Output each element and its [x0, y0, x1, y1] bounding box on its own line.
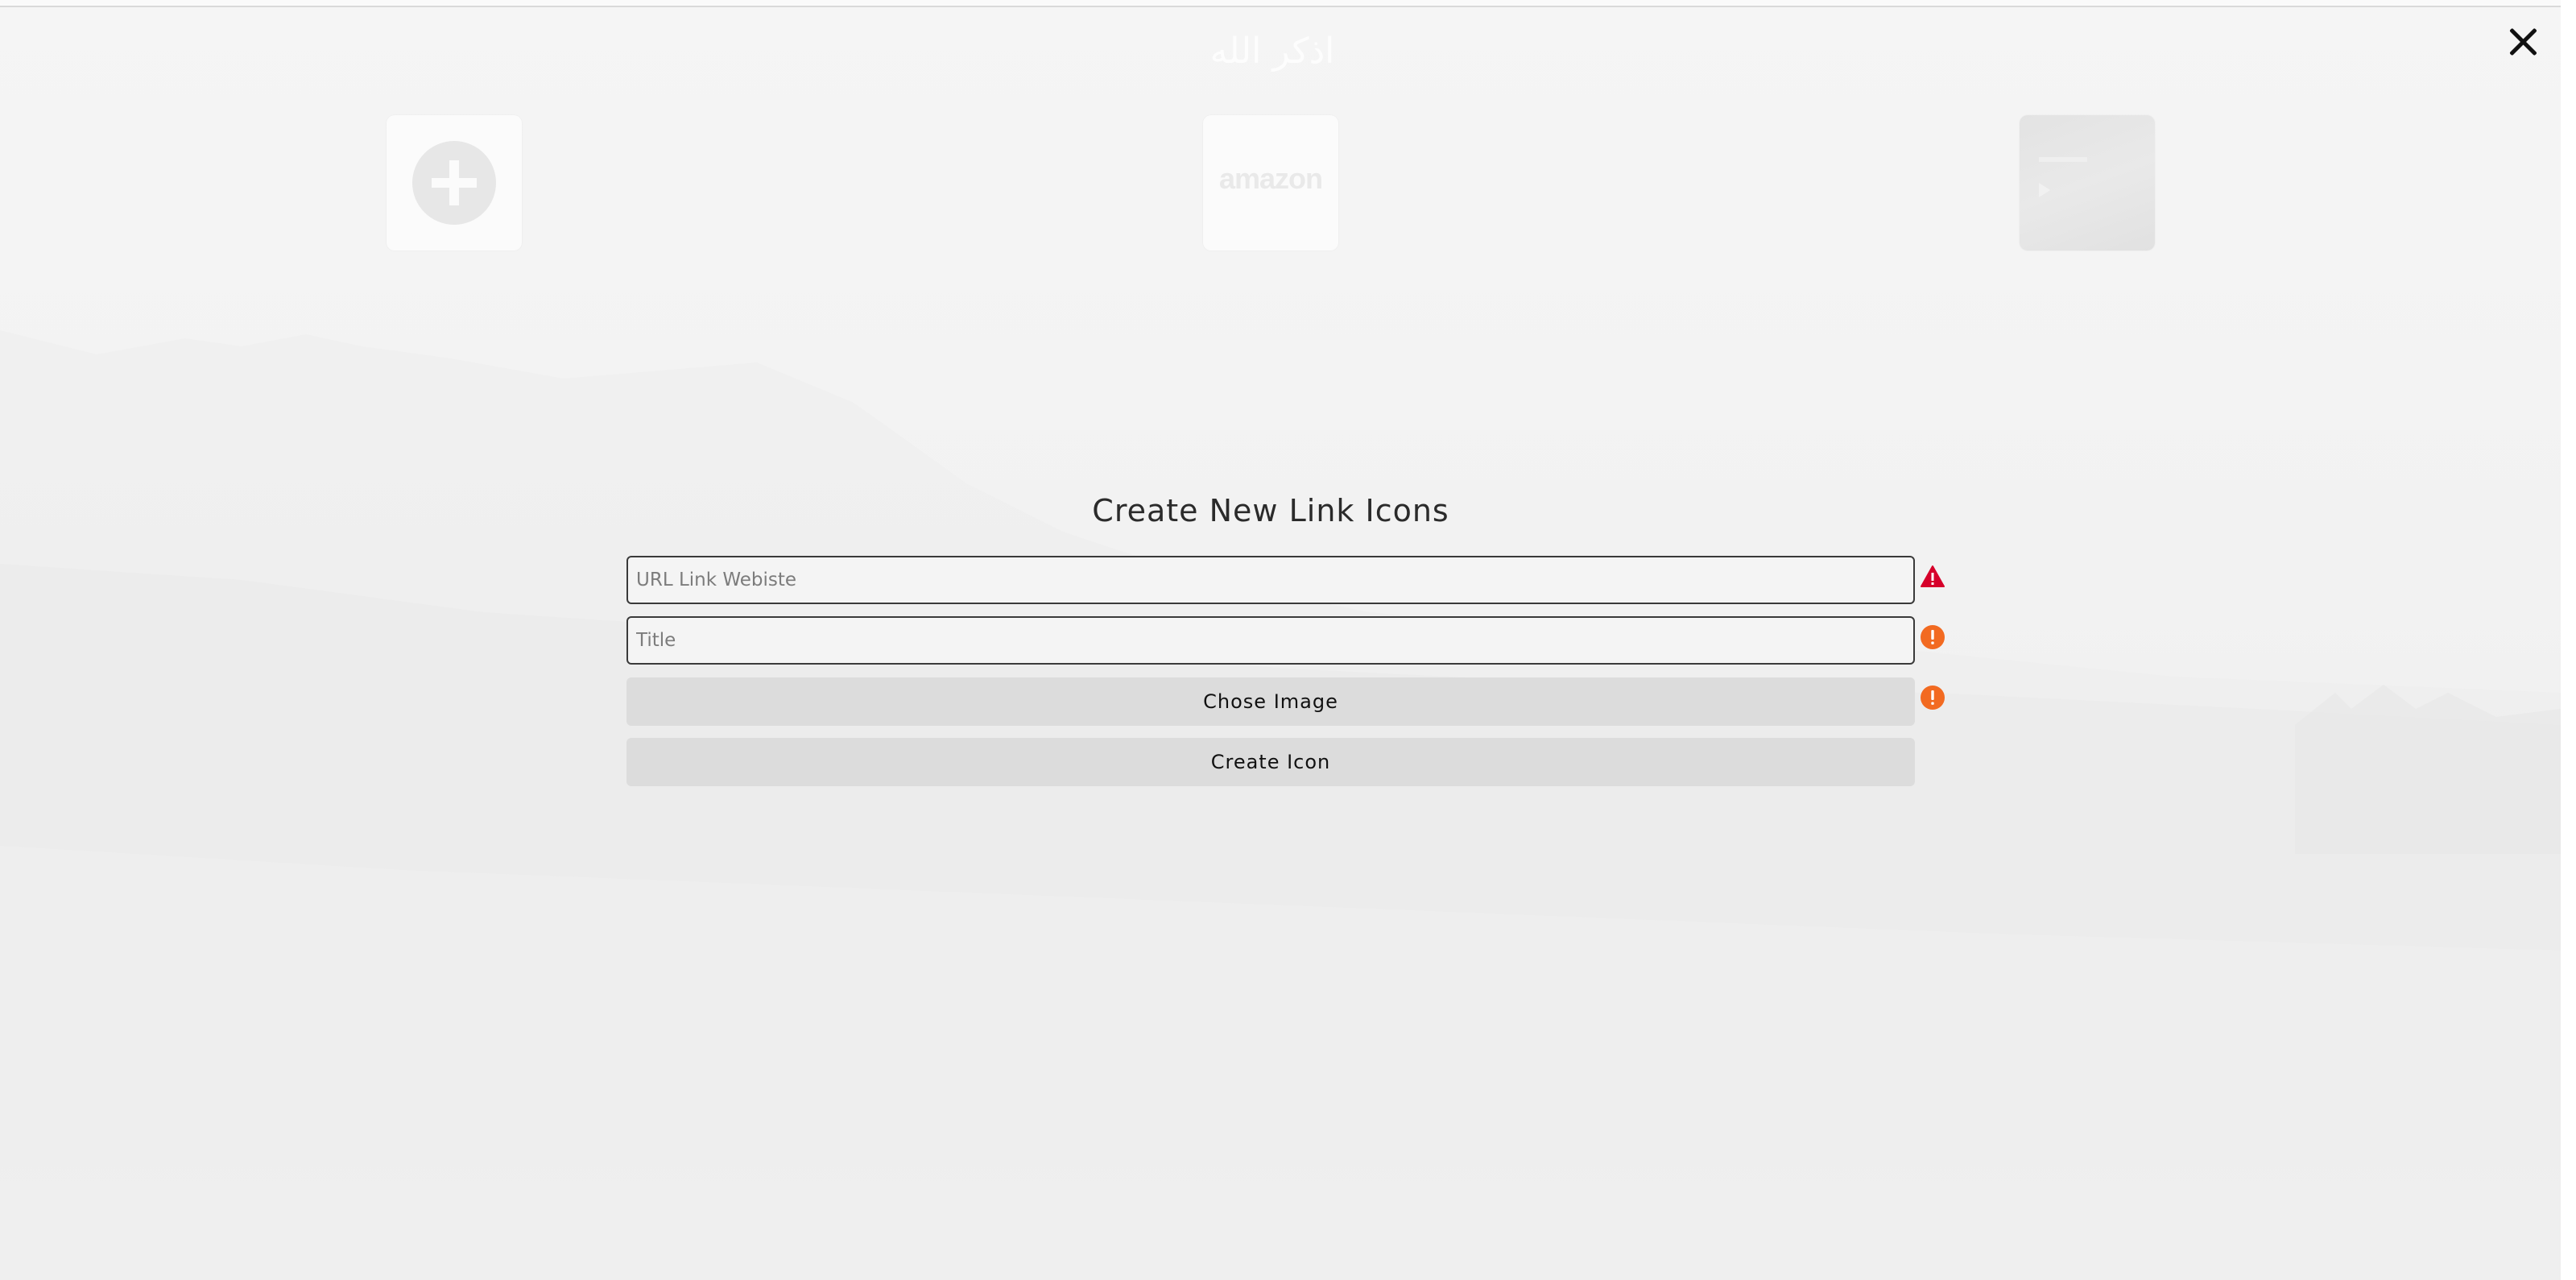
exclamation-circle-icon: [1921, 625, 1945, 649]
close-icon[interactable]: [2504, 23, 2543, 61]
media-tile-text-line: [2039, 157, 2087, 162]
choose-image-button[interactable]: Chose Image: [626, 677, 1915, 726]
background-header-text: اذكر الله: [1209, 31, 1335, 72]
exclamation-circle-icon: [1921, 686, 1945, 710]
scrollbar-gutter: [2561, 0, 2576, 1280]
warning-triangle-icon: [1921, 565, 1945, 587]
amazon-tile: amazon: [1203, 115, 1338, 251]
amazon-logo: amazon: [1218, 162, 1323, 195]
modal-title: Create New Link Icons: [1092, 493, 1449, 528]
title-input[interactable]: [626, 616, 1915, 665]
media-tile: [2020, 115, 2155, 251]
top-divider: [0, 0, 2561, 7]
create-icon-button[interactable]: Create Icon: [626, 738, 1915, 786]
add-link-tile: [387, 115, 522, 251]
url-input[interactable]: [626, 556, 1915, 604]
play-icon: [2039, 183, 2050, 197]
plus-circle-icon: [412, 141, 496, 225]
